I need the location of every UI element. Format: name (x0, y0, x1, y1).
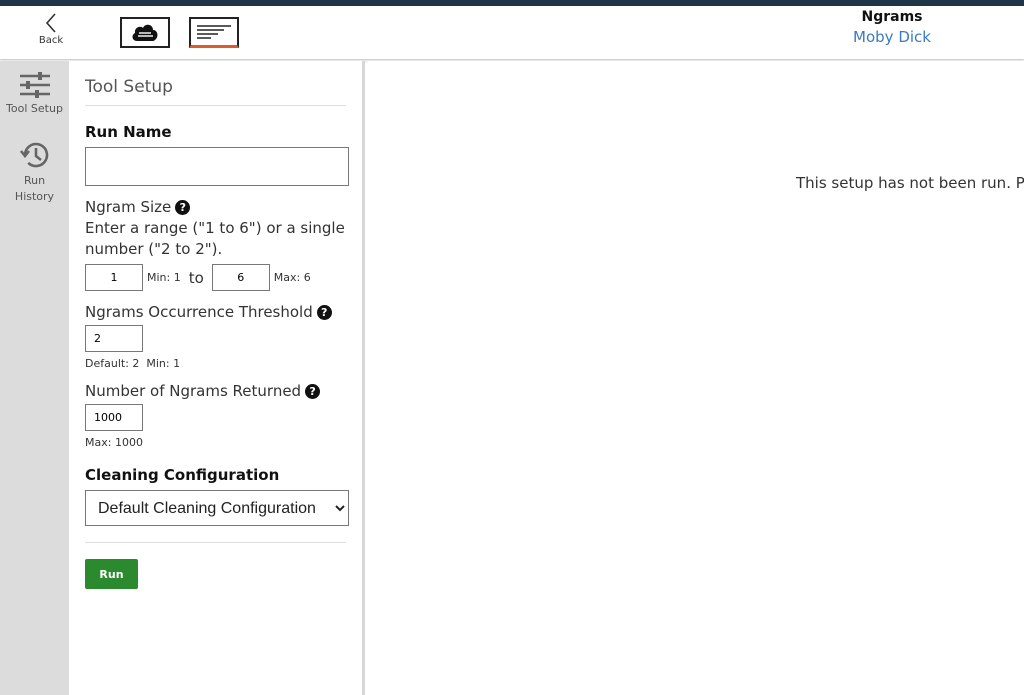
rail-label-history: History (14, 190, 55, 203)
cleaning-select[interactable]: Default Cleaning Configuration (85, 490, 349, 526)
returned-input[interactable] (85, 404, 143, 431)
ngram-size-row: Ngram Size ? (85, 198, 346, 216)
ngram-min-input[interactable] (85, 264, 143, 291)
ngram-max-note: Max: 6 (273, 271, 311, 284)
ngram-size-label: Ngram Size (85, 198, 172, 216)
list-lines-icon (197, 25, 231, 39)
app-header: Back Ngrams Moby Dick (0, 6, 1024, 60)
corpus-link[interactable]: Moby Dick (812, 28, 972, 46)
returned-label: Number of Ngrams Returned (85, 382, 302, 400)
rail-label-tool-setup: Tool Setup (6, 102, 63, 115)
header-title-block: Ngrams Moby Dick (812, 9, 972, 46)
not-run-message: This setup has not been run. Ple (796, 174, 1024, 192)
cloud-icon (132, 24, 158, 41)
panel-divider (85, 542, 346, 543)
history-icon (19, 142, 48, 168)
threshold-note: Default: 2 Min: 1 (85, 357, 181, 370)
help-icon[interactable]: ? (305, 383, 321, 399)
sliders-icon (19, 72, 50, 98)
rail-label-run: Run (23, 174, 46, 187)
help-icon[interactable]: ? (316, 304, 332, 320)
range-to-label: to (188, 268, 204, 287)
chevron-left-icon (45, 13, 56, 33)
list-view-button[interactable] (189, 17, 239, 48)
returned-note: Max: 1000 (85, 436, 143, 449)
rail-item-tool-setup[interactable]: Tool Setup (0, 61, 69, 117)
tool-setup-panel: Tool Setup Run Name Ngram Size ? Enter a… (69, 61, 365, 695)
run-name-input[interactable] (85, 147, 349, 186)
left-rail: Tool Setup Run History (0, 61, 69, 695)
cleaning-label: Cleaning Configuration (85, 466, 280, 484)
panel-title: Tool Setup (85, 61, 346, 106)
results-area: This setup has not been run. Ple (368, 61, 1024, 695)
run-name-label: Run Name (85, 123, 172, 141)
run-button[interactable]: Run (85, 559, 138, 589)
threshold-input[interactable] (85, 325, 143, 352)
back-button[interactable]: Back (30, 12, 72, 56)
tool-name: Ngrams (861, 9, 923, 25)
returned-row: Number of Ngrams Returned ? (85, 382, 346, 400)
help-icon[interactable]: ? (175, 199, 191, 215)
threshold-label: Ngrams Occurrence Threshold (85, 303, 313, 321)
ngram-size-help: Enter a range ("1 to 6") or a single num… (85, 219, 345, 258)
cloud-view-button[interactable] (120, 17, 170, 48)
threshold-row: Ngrams Occurrence Threshold ? (85, 303, 346, 321)
back-label: Back (38, 35, 64, 46)
ngram-min-note: Min: 1 (147, 271, 181, 284)
ngram-max-input[interactable] (211, 264, 270, 291)
ngram-range-row: Min: 1 to Max: 6 (85, 264, 346, 291)
rail-item-run-history[interactable]: Run History (0, 117, 69, 205)
